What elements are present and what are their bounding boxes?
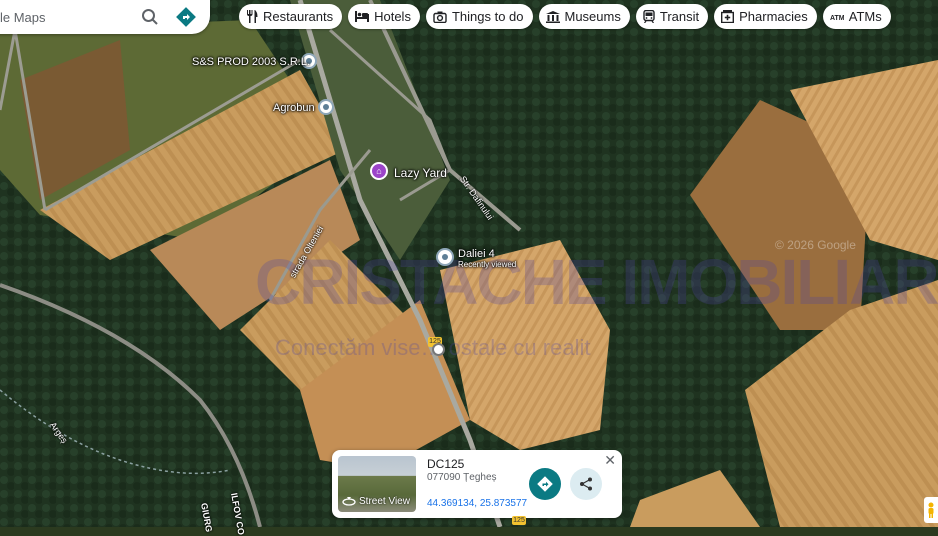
place-pin-agrobun[interactable] [318, 99, 334, 115]
map-copyright: © 2026 Google [775, 238, 856, 252]
pegman-button[interactable] [924, 497, 938, 523]
card-share-button[interactable] [570, 468, 602, 500]
chip-atms[interactable]: ATM ATMs [822, 4, 891, 29]
place-label-ss-prod[interactable]: S&S PROD 2003 S.R.L. [192, 56, 310, 68]
place-label-daliei[interactable]: Daliei 4 [458, 248, 495, 260]
directions-button[interactable] [174, 5, 198, 29]
location-info-card: Street View DC125 077090 Țegheș 44.36913… [332, 450, 622, 518]
chip-label: Museums [564, 9, 621, 24]
selected-location-pin[interactable] [432, 343, 445, 356]
atm-icon: ATM [830, 15, 844, 21]
fork-knife-icon [247, 10, 258, 23]
watermark-brand: CRISTACHE IMOBILIARE [255, 246, 938, 318]
street-view-link[interactable]: Street View [342, 496, 410, 507]
chip-label: Hotels [374, 9, 411, 24]
chip-hotels[interactable]: Hotels [348, 4, 420, 29]
card-route-shield: 125 [512, 516, 526, 525]
camera-icon [433, 11, 447, 23]
location-title: DC125 [427, 457, 465, 471]
lodging-icon: ⌂ [376, 165, 382, 176]
chip-things-to-do[interactable]: Things to do [425, 4, 533, 29]
share-icon [580, 477, 592, 491]
location-subtitle: 077090 Țegheș [427, 472, 497, 483]
search-input[interactable]: le Maps [0, 10, 138, 25]
street-view-thumbnail[interactable]: Street View [338, 456, 416, 512]
search-icon [142, 9, 158, 25]
chip-transit[interactable]: Transit [635, 4, 709, 29]
place-label-lazy-yard[interactable]: Lazy Yard [394, 166, 447, 180]
place-label-agrobun[interactable]: Agrobun [273, 102, 315, 114]
location-coordinates[interactable]: 44.369134, 25.873577 [427, 498, 527, 509]
directions-icon [176, 7, 196, 27]
street-view-icon [342, 497, 356, 506]
place-note-daliei: Recently viewed [458, 260, 517, 269]
pegman-icon [928, 502, 934, 518]
search-button[interactable] [138, 5, 162, 29]
chip-restaurants[interactable]: Restaurants [239, 4, 343, 29]
train-icon [643, 10, 655, 23]
museum-icon [545, 10, 560, 23]
directions-icon [537, 476, 553, 492]
chip-label: Pharmacies [739, 9, 808, 24]
chip-museums[interactable]: Museums [538, 4, 630, 29]
chip-label: Transit [659, 9, 700, 24]
close-icon[interactable]: ✕ [604, 452, 616, 469]
chip-label: ATMs [848, 9, 882, 24]
search-box[interactable]: le Maps [0, 0, 210, 34]
chip-pharmacies[interactable]: Pharmacies [714, 4, 817, 29]
street-view-label: Street View [359, 496, 410, 507]
svg-text:ATM: ATM [830, 15, 844, 21]
pharmacy-icon [721, 10, 735, 23]
place-pin-lazy-yard[interactable]: ⌂ [370, 162, 388, 180]
card-directions-button[interactable] [529, 468, 561, 500]
chip-label: Things to do [451, 9, 524, 24]
bed-icon [355, 11, 370, 22]
chip-label: Restaurants [263, 9, 334, 24]
category-chips: Restaurants Hotels Things to do Museums … [239, 4, 891, 29]
place-pin-daliei[interactable] [436, 248, 454, 266]
